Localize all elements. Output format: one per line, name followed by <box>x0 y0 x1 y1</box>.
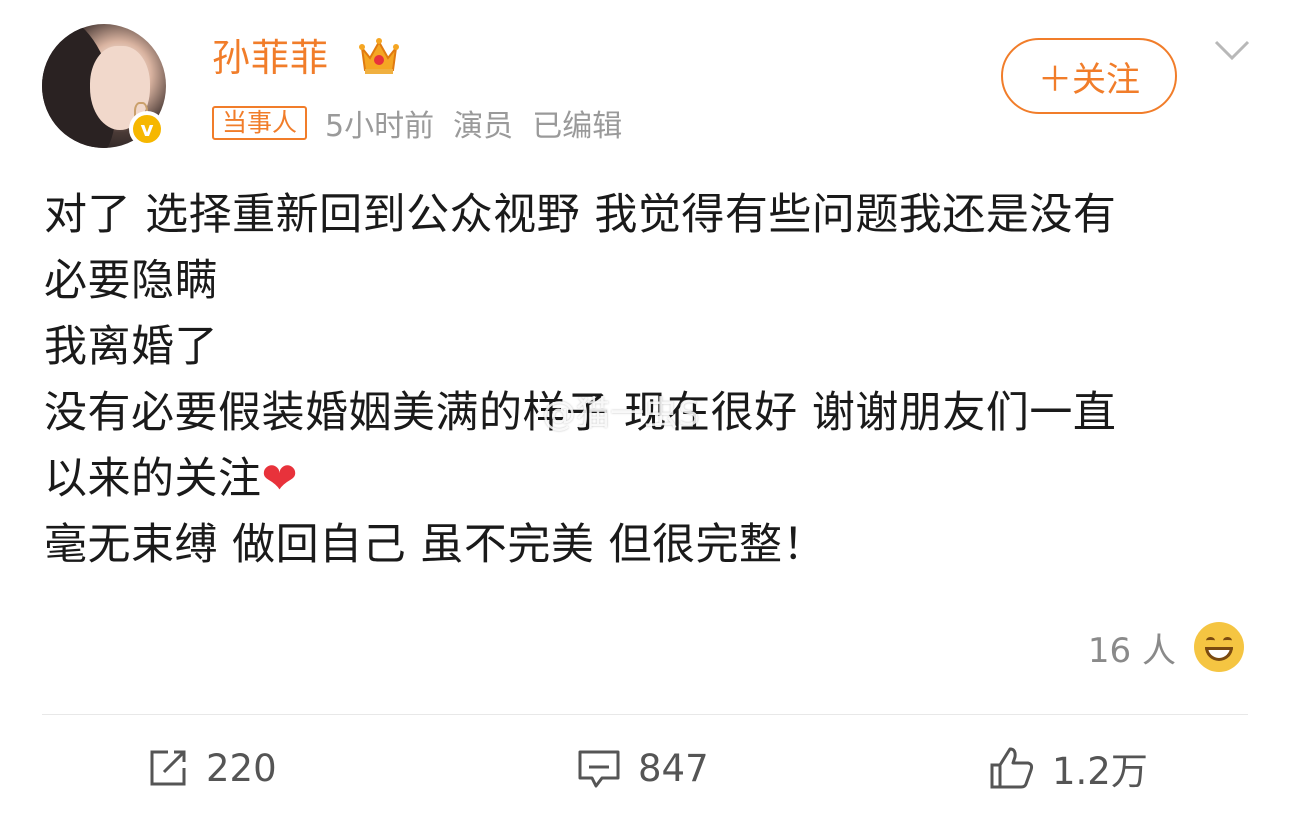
like-button[interactable]: 1.2万 <box>988 736 1148 800</box>
comment-count: 847 <box>638 746 709 790</box>
action-bar: 220 847 1.2万 <box>0 736 1290 800</box>
comment-button[interactable]: 847 <box>576 736 709 800</box>
author-name[interactable]: 孙菲菲 <box>212 36 329 80</box>
heart-emoji-icon: ❤ <box>261 454 299 504</box>
verified-icon: v <box>129 111 165 147</box>
post-line: 以来的关注 <box>44 454 262 504</box>
post-meta: 当事人 5小时前 演员 已编辑 <box>212 104 623 144</box>
post-body: 对了 选择重新回到公众视野 我觉得有些问题我还是没有 必要隐瞒 我离婚了 没有必… <box>44 182 1254 578</box>
chevron-down-icon[interactable] <box>1213 38 1251 62</box>
like-icon <box>990 747 1034 789</box>
share-button[interactable]: 220 <box>146 736 277 800</box>
share-count: 220 <box>206 746 277 790</box>
like-count: 1.2万 <box>1052 750 1148 793</box>
post-line: 我离婚了 <box>44 322 218 372</box>
post-line: 毫无束缚 做回自己 虽不完美 但很完整！ <box>44 520 827 570</box>
grin-mouth <box>1205 647 1233 661</box>
grin-emoji-icon <box>1194 622 1244 672</box>
watermark: @猫一虫S <box>542 394 700 434</box>
post-line: 必要隐瞒 <box>44 256 218 306</box>
reactors[interactable]: 16 人 <box>1088 622 1244 672</box>
post-line-with-heart: 以来的关注❤ <box>44 446 1254 512</box>
share-icon <box>150 750 186 786</box>
reactor-count: 16 人 <box>1087 630 1176 671</box>
follow-button[interactable]: ＋关注 <box>1001 38 1177 114</box>
meta-text: 5小时前 演员 已编辑 <box>325 109 623 144</box>
post-line: 对了 选择重新回到公众视野 我觉得有些问题我还是没有 <box>44 190 1117 240</box>
divider <box>42 714 1248 715</box>
crown-icon <box>359 38 399 74</box>
party-tag: 当事人 <box>212 106 308 140</box>
comment-icon <box>578 750 620 788</box>
